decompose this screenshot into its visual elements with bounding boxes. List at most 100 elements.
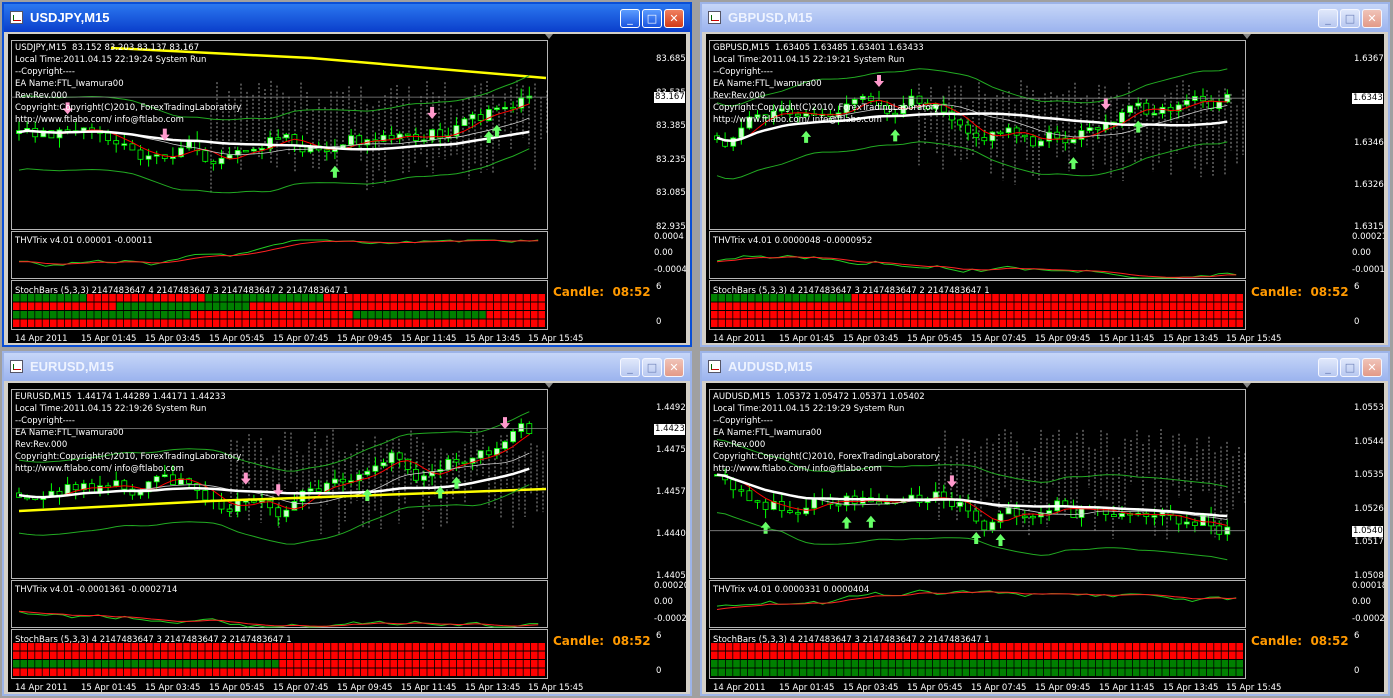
close-button[interactable]: ✕ (664, 9, 684, 28)
stochbar-cell (1125, 294, 1132, 302)
stochbar-cell (1199, 660, 1206, 668)
stochbars-axis-tick: 6 (1354, 282, 1360, 292)
maximize-button[interactable]: □ (1340, 9, 1360, 28)
stochbar-cell (494, 319, 501, 327)
stochbar-cell (1044, 294, 1051, 302)
stochbar-cell (486, 660, 494, 668)
stochbar-cell (1073, 319, 1081, 327)
candle-body (1175, 515, 1182, 525)
minimize-button[interactable]: _ (1318, 9, 1338, 28)
stochbar-cell (227, 319, 235, 327)
stochbar-cell (977, 660, 984, 668)
candle-body (989, 131, 996, 142)
stochbar-cell (434, 660, 442, 668)
time-axis-label: 15 Apr 11:45 (401, 334, 457, 343)
close-button[interactable]: ✕ (1362, 9, 1382, 28)
stochbar-cell (777, 302, 785, 310)
stochbar-cell (538, 668, 545, 676)
stochbar-cell (807, 311, 814, 319)
info-line: AUDUSD,M15 1.05372 1.05472 1.05371 1.054… (713, 392, 925, 402)
stochbar-cell (471, 294, 479, 302)
stochbar-cell (72, 319, 79, 327)
title-bar[interactable]: GBPUSD,M15 _ □ ✕ (702, 4, 1388, 32)
candle-body (234, 500, 241, 512)
stochbar-cell (412, 311, 420, 319)
chart-canvas[interactable]: AUDUSD,M15 1.05372 1.05472 1.05371 1.054… (706, 383, 1384, 692)
stochbar-cell (331, 643, 338, 651)
stochbar-cell (138, 311, 146, 319)
stochbar-cell (725, 302, 733, 310)
close-button[interactable]: ✕ (664, 358, 684, 377)
stochbar-cell (87, 660, 94, 668)
candle-body (153, 476, 160, 483)
title-bar[interactable]: EURUSD,M15 _ □ ✕ (4, 353, 690, 381)
stochbar-cell (748, 660, 755, 668)
stochbar-cell (1051, 643, 1058, 651)
current-price-tag: 83.167 (654, 92, 685, 104)
stochbar-cell (442, 302, 449, 310)
stochbar-cell (881, 660, 888, 668)
chart-canvas[interactable]: EURUSD,M15 1.44174 1.44289 1.44171 1.442… (8, 383, 686, 692)
stochbar-cell (1155, 294, 1162, 302)
stochbar-cell (1036, 651, 1044, 659)
time-axis-label: 15 Apr 11:45 (1099, 334, 1155, 343)
maximize-button[interactable]: □ (1340, 358, 1360, 377)
stochbar-cell (1036, 660, 1044, 668)
price-axis-tick: 82.935 (656, 222, 686, 232)
stochbar-cell (1058, 660, 1066, 668)
stochbar-cell (523, 302, 531, 310)
stochbar-cell (309, 311, 316, 319)
stochbar-cell (494, 651, 501, 659)
minimize-button[interactable]: _ (620, 9, 640, 28)
stochbar-cell (390, 302, 397, 310)
stochbar-cell (1125, 643, 1132, 651)
chart-canvas[interactable]: GBPUSD,M15 1.63405 1.63485 1.63401 1.634… (706, 34, 1384, 343)
stochbar-cell (153, 319, 161, 327)
chart-shift-marker (545, 383, 553, 388)
stochbar-cell (508, 294, 516, 302)
stochbar-cell (87, 668, 94, 676)
stochbar-cell (762, 668, 770, 676)
buy-signal-arrow (760, 521, 771, 534)
stochbar-cell (227, 651, 235, 659)
candle-body (113, 140, 120, 145)
stochbar-cell (457, 643, 464, 651)
minimize-button[interactable]: _ (620, 358, 640, 377)
stochbar-cell (449, 643, 457, 651)
stochbar-cell (57, 668, 64, 676)
stochbar-cell (27, 302, 35, 310)
stochbar-cell (1014, 643, 1021, 651)
stochbar-cell (740, 319, 748, 327)
stochbar-cell (1184, 294, 1192, 302)
stochbar-cell (896, 302, 903, 310)
stochbar-cell (124, 660, 131, 668)
stochbar-cell (538, 319, 545, 327)
chart-canvas[interactable]: USDJPY,M15 83.152 83.203 83.137 83.167 Lo… (8, 34, 686, 343)
stochbar-cell (1236, 294, 1243, 302)
stochbar-cell (294, 651, 301, 659)
chart-window-audusd[interactable]: AUDUSD,M15 _ □ ✕ AUDUSD,M15 1.05372 1.05472 … (700, 351, 1390, 696)
minimize-button[interactable]: _ (1318, 358, 1338, 377)
stochbar-cell (471, 302, 479, 310)
candle-body (404, 133, 411, 136)
chart-shift-marker (545, 34, 553, 39)
stochbar-cell (977, 302, 984, 310)
maximize-button[interactable]: □ (642, 9, 662, 28)
chart-window-usdjpy[interactable]: USDJPY,M15 _ □ ✕ USDJPY,M15 83.152 83.203 83… (2, 2, 692, 347)
stochbar-cell (1199, 668, 1206, 676)
title-bar[interactable]: USDJPY,M15 _ □ ✕ (4, 4, 690, 32)
chart-window-gbpusd[interactable]: GBPUSD,M15 _ □ ✕ GBPUSD,M15 1.63405 1.63485 … (700, 2, 1390, 347)
stochbar-cell (397, 319, 405, 327)
stochbar-cell (851, 651, 859, 659)
maximize-button[interactable]: □ (642, 358, 662, 377)
stochbar-cell (523, 294, 531, 302)
title-bar[interactable]: AUDUSD,M15 _ □ ✕ (702, 353, 1388, 381)
close-button[interactable]: ✕ (1362, 358, 1382, 377)
candle-timer: Candle: 08:52 (1251, 634, 1349, 648)
stochbar-cell (1044, 319, 1051, 327)
stochbar-cell (13, 302, 20, 310)
stochbar-cell (1058, 311, 1066, 319)
stochbar-cell (138, 668, 146, 676)
chart-window-eurusd[interactable]: EURUSD,M15 _ □ ✕ EURUSD,M15 1.44174 1.44289 … (2, 351, 692, 696)
stochbar-cell (301, 302, 309, 310)
